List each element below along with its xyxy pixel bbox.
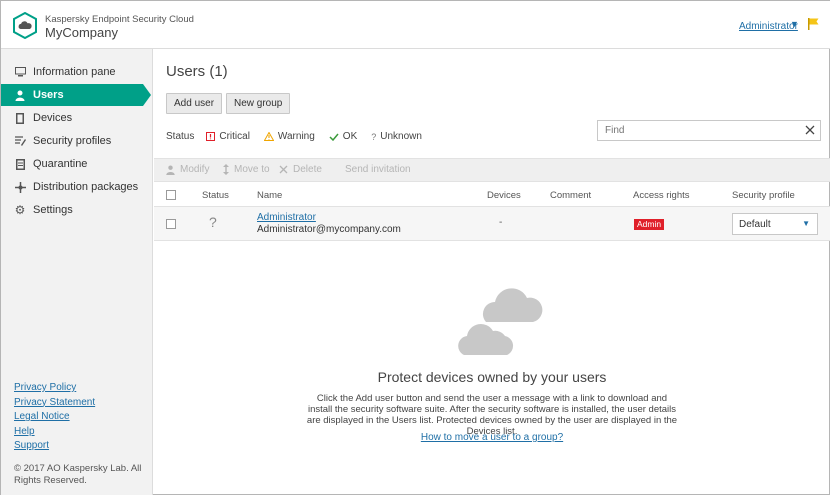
user-name-link[interactable]: Administrator xyxy=(257,212,316,223)
quarantine-icon xyxy=(13,157,27,171)
legal-notice-link[interactable]: Legal Notice xyxy=(14,410,95,425)
product-name: Kaspersky Endpoint Security Cloud xyxy=(45,14,194,25)
column-header-status[interactable]: Status xyxy=(202,190,229,201)
warning-icon xyxy=(263,132,274,141)
status-filter-warning[interactable]: Warning xyxy=(263,131,315,142)
access-rights-badge: Admin xyxy=(634,219,665,230)
header: Kaspersky Endpoint Security Cloud MyComp… xyxy=(1,1,830,49)
copyright: © 2017 AO Kaspersky Lab. All Rights Rese… xyxy=(14,463,142,486)
status-filter-ok[interactable]: OK xyxy=(329,131,357,142)
user-icon xyxy=(13,88,27,102)
new-group-button[interactable]: New group xyxy=(226,93,291,114)
sidebar-item-information-pane[interactable]: Information pane xyxy=(1,61,153,83)
support-link[interactable]: Support xyxy=(14,439,95,454)
sidebar-item-label: Distribution packages xyxy=(33,181,139,193)
profile-icon xyxy=(13,134,27,148)
status-critical-label: Critical xyxy=(219,131,250,142)
sidebar-item-devices[interactable]: Devices xyxy=(1,107,153,129)
main-content: Users (1) Add user New group Status Crit… xyxy=(154,49,830,495)
sidebar-item-label: Quarantine xyxy=(33,158,88,170)
action-toolbar: Modify Move to Delete Send invitation xyxy=(154,158,830,182)
monitor-icon xyxy=(13,65,27,79)
table-header: Status Name Devices Comment Access right… xyxy=(154,183,830,207)
flag-icon[interactable] xyxy=(808,18,819,30)
sidebar-item-label: Users xyxy=(33,89,64,101)
package-icon xyxy=(13,180,27,194)
sidebar-item-label: Security profiles xyxy=(33,135,112,147)
delete-label: Delete xyxy=(293,164,322,175)
sidebar-item-users[interactable]: Users xyxy=(1,84,151,106)
column-header-security-profile[interactable]: Security profile xyxy=(732,190,795,201)
move-icon xyxy=(223,164,229,175)
move-to-button[interactable]: Move to xyxy=(223,164,270,175)
sidebar-item-settings[interactable]: ⚙ Settings xyxy=(1,199,153,221)
help-link[interactable]: Help xyxy=(14,425,95,440)
status-unknown-label: Unknown xyxy=(380,131,422,142)
empty-state-description: Click the Add user button and send the u… xyxy=(306,393,678,437)
sidebar-item-label: Devices xyxy=(33,112,73,124)
security-profile-select[interactable]: Default ▼ xyxy=(732,213,818,235)
clouds-icon xyxy=(455,288,543,357)
column-header-devices[interactable]: Devices xyxy=(487,190,521,201)
status-filter: Status Critical Warning OK ? Unknown xyxy=(166,131,422,142)
company-name: MyCompany xyxy=(45,25,118,40)
search-input[interactable] xyxy=(598,121,793,140)
row-checkbox[interactable] xyxy=(166,219,176,229)
column-header-comment[interactable]: Comment xyxy=(550,190,591,201)
status-filter-critical[interactable]: Critical xyxy=(206,131,250,142)
close-icon xyxy=(279,165,288,174)
question-icon: ? xyxy=(371,131,377,142)
status-ok-label: OK xyxy=(342,131,358,142)
privacy-statement-link[interactable]: Privacy Statement xyxy=(14,396,95,411)
sidebar-item-label: Settings xyxy=(33,204,73,216)
send-invitation-button[interactable]: Send invitation xyxy=(345,164,411,175)
empty-state-title: Protect devices owned by your users xyxy=(377,369,607,385)
device-icon xyxy=(13,111,27,125)
modify-button[interactable]: Modify xyxy=(166,164,209,175)
gear-icon: ⚙ xyxy=(14,203,26,217)
critical-icon xyxy=(206,132,216,141)
status-filter-unknown[interactable]: ? Unknown xyxy=(371,131,422,142)
select-all-checkbox[interactable] xyxy=(166,190,176,200)
column-header-name[interactable]: Name xyxy=(257,190,282,201)
search-box xyxy=(597,120,821,141)
kaspersky-logo-icon xyxy=(13,12,37,39)
sidebar-item-distribution-packages[interactable]: Distribution packages xyxy=(1,176,153,198)
sidebar-links: Privacy Policy Privacy Statement Legal N… xyxy=(14,381,95,454)
user-icon xyxy=(166,165,175,175)
sidebar: Information pane Users Devices Security … xyxy=(1,49,153,495)
chevron-down-icon: ▼ xyxy=(802,219,810,228)
close-icon[interactable] xyxy=(804,124,816,136)
move-user-help-link: How to move a user to a group? xyxy=(154,432,830,443)
modify-label: Modify xyxy=(180,164,210,175)
user-email: Administrator@mycompany.com xyxy=(257,224,401,235)
sidebar-item-security-profiles[interactable]: Security profiles xyxy=(1,130,153,152)
page-title: Users (1) xyxy=(166,63,228,80)
status-warning-label: Warning xyxy=(277,131,315,142)
table-row[interactable]: ? Administrator Administrator@mycompany.… xyxy=(154,207,830,241)
user-devices: - xyxy=(499,217,503,228)
status-filter-label: Status xyxy=(166,131,195,142)
check-icon xyxy=(329,133,339,141)
column-header-access-rights[interactable]: Access rights xyxy=(633,190,690,201)
delete-button[interactable]: Delete xyxy=(279,164,322,175)
app-window: Kaspersky Endpoint Security Cloud MyComp… xyxy=(0,0,830,495)
security-profile-value: Default xyxy=(739,218,771,230)
chevron-down-icon[interactable]: ▼ xyxy=(790,19,799,29)
privacy-policy-link[interactable]: Privacy Policy xyxy=(14,381,95,396)
unknown-status-icon: ? xyxy=(209,214,217,230)
move-user-help-link-text[interactable]: How to move a user to a group? xyxy=(421,432,563,443)
sidebar-item-label: Information pane xyxy=(33,66,116,78)
add-user-button[interactable]: Add user xyxy=(166,93,223,114)
sidebar-item-quarantine[interactable]: Quarantine xyxy=(1,153,153,175)
move-to-label: Move to xyxy=(234,164,270,175)
